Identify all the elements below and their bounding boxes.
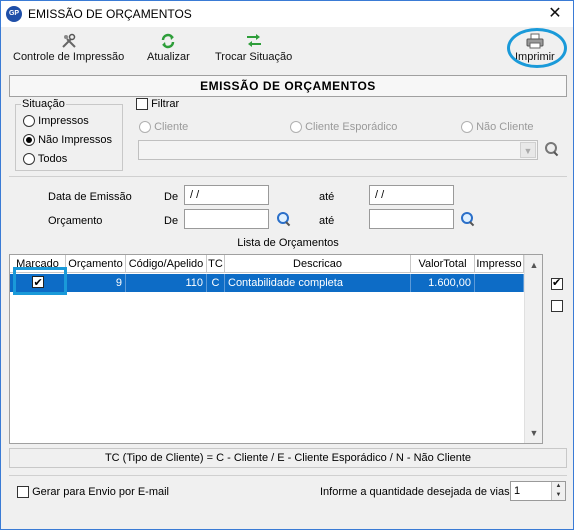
table-row[interactable]: 9 110 C Contabilidade completa 1.600,00 <box>10 274 524 292</box>
radio-nao-impressos[interactable]: Não Impressos <box>23 134 113 147</box>
radio-impressos[interactable]: Impressos <box>23 115 89 128</box>
close-icon[interactable]: ✕ <box>545 4 565 24</box>
orcamento-ate-label: até <box>319 215 335 227</box>
orcamento-de-input[interactable] <box>184 209 269 229</box>
vias-spinner[interactable]: 1 ▲ ▼ <box>510 481 566 501</box>
annotation-box <box>13 267 67 295</box>
trocar-situacao-button[interactable]: Trocar Situação <box>215 33 292 63</box>
grid-title: Lista de Orçamentos <box>237 237 339 249</box>
radio-nao-cliente[interactable]: Não Cliente <box>461 121 534 134</box>
cell-orcamento: 9 <box>66 274 126 292</box>
orcamento-ate-input[interactable] <box>369 209 454 229</box>
col-tc[interactable]: TC <box>207 255 225 273</box>
cell-descricao: Contabilidade completa <box>225 274 411 292</box>
window-title: EMISSÃO DE ORÇAMENTOS <box>28 7 192 21</box>
deselect-all-checkbox-box[interactable] <box>551 300 563 313</box>
app-logo-icon: GP <box>6 6 22 22</box>
radio-impressos-label: Impressos <box>38 115 89 127</box>
emissao-ate-input[interactable]: / / <box>369 185 454 205</box>
section-header: EMISSÃO DE ORÇAMENTOS <box>9 75 567 97</box>
controle-impressao-label: Controle de Impressão <box>13 51 125 63</box>
atualizar-label: Atualizar <box>147 51 190 63</box>
radio-todos[interactable]: Todos <box>23 153 68 166</box>
col-descricao[interactable]: Descricao <box>225 255 411 273</box>
cliente-combo[interactable]: ▼ <box>138 140 538 160</box>
radio-nao-cliente-label: Não Cliente <box>476 121 534 133</box>
radio-nao-impressos-circle[interactable] <box>23 134 35 147</box>
radio-cliente-esporadico-label: Cliente Esporádico <box>305 121 398 133</box>
col-valor[interactable]: ValorTotal <box>411 255 475 273</box>
radio-nao-cliente-circle[interactable] <box>461 121 473 134</box>
cell-codigo: 110 <box>126 274 207 292</box>
col-orcamento[interactable]: Orçamento <box>66 255 126 273</box>
radio-todos-label: Todos <box>37 153 68 165</box>
annotation-circle <box>507 28 567 68</box>
emissao-ate-label: até <box>319 191 335 203</box>
orcamentos-grid[interactable]: Marcado Orçamento Código/Apelido TC Desc… <box>9 254 543 444</box>
filtrar-checkbox-box[interactable] <box>136 98 148 111</box>
emissao-de-label: De <box>164 191 179 203</box>
orcamento-label: Orçamento <box>48 215 103 227</box>
cell-valor: 1.600,00 <box>411 274 475 292</box>
chevron-down-icon[interactable]: ▼ <box>520 142 536 158</box>
radio-cliente-esporadico-circle[interactable] <box>290 121 302 134</box>
radio-cliente-esporadico[interactable]: Cliente Esporádico <box>290 121 398 134</box>
refresh-icon <box>162 33 175 49</box>
deselect-all-checkbox[interactable] <box>551 300 563 313</box>
email-checkbox[interactable]: Gerar para Envio por E-mail <box>17 486 170 499</box>
col-impresso[interactable]: Impresso <box>475 255 524 273</box>
situacao-legend: Situação <box>21 98 66 110</box>
trocar-situacao-label: Trocar Situação <box>215 51 293 63</box>
divider <box>9 176 567 177</box>
email-checkbox-label: Gerar para Envio por E-mail <box>32 486 170 498</box>
swap-arrows-icon <box>246 34 261 47</box>
cell-impresso <box>475 274 524 292</box>
search-orcamento-de-icon[interactable] <box>277 212 291 226</box>
filtrar-checkbox[interactable]: Filtrar <box>136 98 180 111</box>
grid-scrollbar[interactable]: ▲ ▼ <box>524 255 542 443</box>
scroll-up-icon[interactable]: ▲ <box>525 257 543 273</box>
cell-tc: C <box>207 274 225 292</box>
radio-impressos-circle[interactable] <box>23 115 35 128</box>
orcamento-de-label: De <box>164 215 179 227</box>
radio-nao-impressos-label: Não Impressos <box>38 134 113 146</box>
spinner-arrows-icon[interactable]: ▲ ▼ <box>551 482 565 500</box>
select-all-checkbox-box[interactable] <box>551 276 563 291</box>
col-codigo[interactable]: Código/Apelido <box>126 255 207 273</box>
main-window: GP EMISSÃO DE ORÇAMENTOS ✕ Controle de I… <box>0 0 574 530</box>
filtrar-label: Filtrar <box>151 98 180 110</box>
radio-cliente[interactable]: Cliente <box>139 121 189 134</box>
search-icon[interactable] <box>545 142 559 156</box>
email-checkbox-box[interactable] <box>17 486 29 499</box>
controle-impressao-button[interactable]: Controle de Impressão <box>13 33 124 63</box>
emissao-de-input[interactable]: / / <box>184 185 269 205</box>
vias-value: 1 <box>514 485 521 497</box>
radio-cliente-circle[interactable] <box>139 121 151 134</box>
radio-todos-circle[interactable] <box>23 153 35 166</box>
search-orcamento-ate-icon[interactable] <box>461 212 475 226</box>
scroll-down-icon[interactable]: ▼ <box>525 425 543 441</box>
grid-header: Marcado Orçamento Código/Apelido TC Desc… <box>10 255 524 273</box>
toolbar: Controle de Impressão Atualizar Trocar S… <box>1 28 573 72</box>
select-all-checkbox[interactable] <box>551 276 563 291</box>
tc-legend: TC (Tipo de Cliente) = C - Cliente / E -… <box>9 448 567 468</box>
data-emissao-label: Data de Emissão <box>48 191 132 203</box>
vias-label: Informe a quantidade desejada de vias <box>320 486 510 498</box>
atualizar-button[interactable]: Atualizar <box>147 33 190 63</box>
tools-icon <box>61 33 76 48</box>
title-bar: GP EMISSÃO DE ORÇAMENTOS ✕ <box>1 1 573 27</box>
radio-cliente-label: Cliente <box>154 121 189 133</box>
